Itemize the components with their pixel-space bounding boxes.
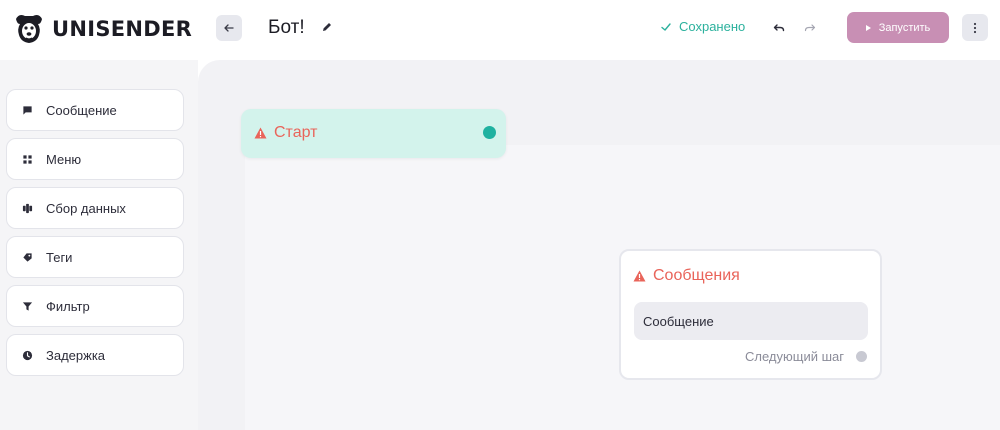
filter-icon (21, 300, 33, 312)
next-step-handle[interactable] (856, 351, 867, 362)
start-node[interactable]: Старт (241, 109, 506, 158)
undo-icon[interactable] (773, 22, 785, 34)
back-button[interactable] (216, 15, 242, 41)
sidebar-item-delay[interactable]: Задержка (6, 334, 184, 376)
save-status: Сохранено (660, 19, 745, 34)
run-button[interactable]: Запустить (847, 12, 949, 43)
sidebar-item-tags[interactable]: Теги (6, 236, 184, 278)
warning-icon (633, 270, 646, 282)
pencil-icon[interactable] (321, 21, 333, 33)
sidebar-item-label: Задержка (46, 347, 106, 363)
more-vertical-icon (973, 22, 977, 33)
more-options-button[interactable] (962, 14, 988, 41)
message-icon (21, 104, 33, 116)
logo[interactable]: UNISENDER (10, 10, 192, 48)
sidebar-item-message[interactable]: Сообщение (6, 89, 184, 131)
next-step-label: Следующий шаг (745, 349, 844, 364)
logo-text: UNISENDER (52, 17, 193, 41)
sidebar-item-label: Фильтр (46, 298, 90, 314)
message-node[interactable]: Сообщения Сообщение Следующий шаг (619, 249, 882, 380)
sidebar-item-label: Теги (46, 249, 73, 265)
sidebar-item-filter[interactable]: Фильтр (6, 285, 184, 327)
redo-icon[interactable] (804, 22, 816, 34)
run-button-label: Запустить (878, 21, 931, 34)
sidebar-item-data-collection[interactable]: Сбор данных (6, 187, 184, 229)
save-status-label: Сохранено (679, 19, 746, 34)
check-icon (661, 22, 671, 31)
start-node-label: Старт (274, 124, 318, 141)
bot-title[interactable]: Бот! (268, 17, 305, 39)
play-icon (865, 24, 871, 31)
tag-icon (21, 251, 33, 263)
clock-icon (21, 349, 33, 361)
sidebar-item-label: Сообщение (46, 102, 117, 118)
data-collect-icon (21, 202, 33, 214)
arrow-left-icon (224, 24, 234, 32)
sidebar-item-menu[interactable]: Меню (6, 138, 184, 180)
sidebar-item-label: Сбор данных (46, 200, 126, 216)
dog-logo-icon (16, 15, 42, 43)
message-node-label: Сообщения (653, 267, 740, 284)
grid-icon (21, 153, 33, 165)
top-bar: UNISENDER Бот! Сохранено Запустить (0, 0, 1000, 60)
sidebar-item-label: Меню (46, 151, 82, 167)
start-node-output-handle[interactable] (483, 126, 496, 139)
warning-icon (254, 127, 267, 139)
message-field[interactable]: Сообщение (634, 302, 868, 340)
blocks-sidebar: Сообщение Меню Сбор данных Теги Фильтр З… (0, 60, 198, 430)
